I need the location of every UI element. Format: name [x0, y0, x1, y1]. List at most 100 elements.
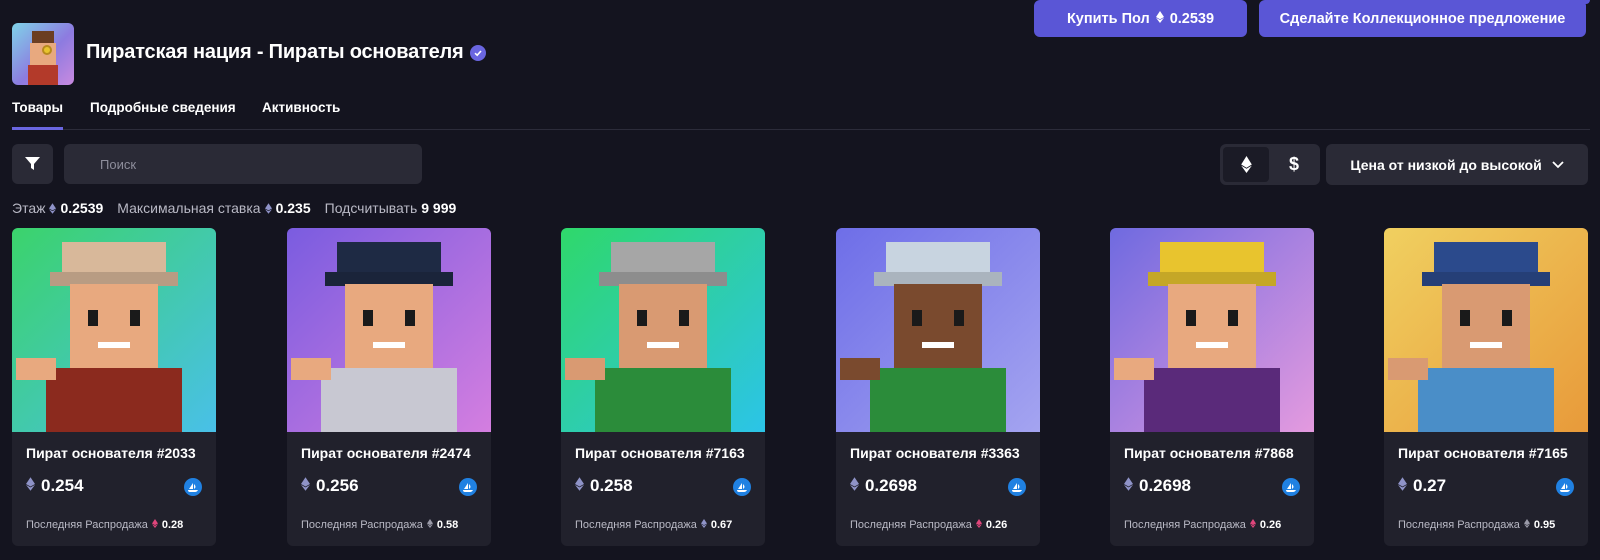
nft-price: 0.254	[26, 476, 84, 496]
ethereum-icon	[49, 202, 57, 214]
nft-price-value: 0.254	[41, 476, 84, 495]
collection-offer-button[interactable]: Сделайте Коллекционное предложение	[1259, 0, 1586, 37]
nft-price: 0.2698	[1124, 476, 1191, 496]
sort-dropdown[interactable]: Цена от низкой до высокой	[1326, 144, 1588, 185]
nft-card[interactable]: Пират основателя #7163 0.258 Последняя Р…	[561, 228, 765, 546]
floor-stat: Этаж 0.2539	[12, 200, 103, 216]
collection-stats: Этаж 0.2539 Максимальная ставка 0.235 По…	[12, 200, 456, 216]
last-sale-value: 0.58	[436, 519, 459, 531]
filter-icon	[25, 157, 40, 170]
sort-label: Цена от низкой до высокой	[1350, 156, 1542, 173]
opensea-icon[interactable]	[459, 478, 477, 496]
last-sale-value: 0.28	[161, 519, 184, 531]
floor-label: Этаж	[12, 200, 46, 216]
nft-image[interactable]	[1384, 228, 1588, 432]
last-sale-value: 0.26	[1259, 519, 1282, 531]
nft-name: Пират основателя #7868	[1124, 445, 1294, 461]
ethereum-icon	[1155, 10, 1164, 27]
last-sale-label: Последняя Распродажа	[1124, 519, 1246, 531]
tab-bar: Товары Подробные сведения Активность	[12, 100, 1590, 130]
opensea-icon[interactable]	[1282, 478, 1300, 496]
last-sale: Последняя Распродажа 0.28	[26, 519, 183, 531]
search-box[interactable]	[64, 144, 422, 184]
last-sale-label: Последняя Распродажа	[301, 519, 423, 531]
nft-price-value: 0.256	[316, 476, 359, 495]
ethereum-icon	[575, 476, 584, 496]
buy-floor-label: Купить Пол	[1066, 10, 1150, 27]
opensea-icon[interactable]	[1008, 478, 1026, 496]
nft-price-value: 0.27	[1413, 476, 1447, 495]
ethereum-icon	[26, 476, 35, 496]
last-sale: Последняя Распродажа 0.95	[1398, 519, 1555, 531]
nft-card[interactable]: Пират основателя #2033 0.254 Последняя Р…	[12, 228, 216, 546]
nft-image[interactable]	[561, 228, 765, 432]
nft-image[interactable]	[287, 228, 491, 432]
nft-card[interactable]: Пират основателя #2474 0.256 Последняя Р…	[287, 228, 491, 546]
ethereum-icon	[1124, 476, 1133, 496]
opensea-icon[interactable]	[1556, 478, 1574, 496]
nft-name: Пират основателя #7163	[575, 445, 745, 461]
collection-avatar	[12, 23, 74, 85]
nft-name: Пират основателя #2474	[301, 445, 471, 461]
floor-value: 0.2539	[60, 200, 104, 216]
verified-check-icon	[469, 44, 486, 61]
nft-image[interactable]	[12, 228, 216, 432]
nft-price-value: 0.258	[590, 476, 633, 495]
last-sale: Последняя Распродажа 0.26	[1124, 519, 1281, 531]
nft-price: 0.2698	[850, 476, 917, 496]
nft-name: Пират основателя #2033	[26, 445, 196, 461]
last-sale: Последняя Распродажа 0.26	[850, 519, 1007, 531]
nft-image[interactable]	[1110, 228, 1314, 432]
ethereum-icon	[700, 519, 707, 531]
ethereum-icon	[1523, 519, 1530, 531]
collection-offer-label: Сделайте Коллекционное предложение	[1279, 10, 1566, 27]
buy-floor-price: 0.2539	[1169, 10, 1215, 27]
tab-items[interactable]: Товары	[12, 100, 64, 130]
collection-title: Пиратская нация - Пираты основателя	[86, 41, 464, 63]
last-sale: Последняя Распродажа 0.67	[575, 519, 732, 531]
ethereum-icon	[1398, 476, 1407, 496]
ethereum-icon	[151, 519, 158, 531]
currency-eth-button[interactable]	[1223, 147, 1269, 182]
chevron-down-icon	[1552, 160, 1564, 168]
nft-price: 0.258	[575, 476, 633, 496]
nft-card[interactable]: Пират основателя #3363 0.2698 Последняя …	[836, 228, 1040, 546]
last-sale-label: Последняя Распродажа	[26, 519, 148, 531]
opensea-icon[interactable]	[184, 478, 202, 496]
opensea-icon[interactable]	[733, 478, 751, 496]
nft-price: 0.256	[301, 476, 359, 496]
ethereum-icon	[426, 519, 433, 531]
ethereum-icon	[1249, 519, 1256, 531]
nft-card[interactable]: Пират основателя #7165 0.27 Последняя Ра…	[1384, 228, 1588, 546]
currency-toggle: $	[1220, 144, 1320, 185]
max-bid-value: 0.235	[275, 200, 311, 216]
last-sale-value: 0.95	[1533, 519, 1556, 531]
tab-details[interactable]: Подробные сведения	[90, 100, 236, 127]
max-bid-stat: Максимальная ставка 0.235	[117, 200, 310, 216]
nft-price-value: 0.2698	[1139, 476, 1191, 495]
nft-name: Пират основателя #7165	[1398, 445, 1568, 461]
nft-name: Пират основателя #3363	[850, 445, 1020, 461]
max-bid-label: Максимальная ставка	[117, 200, 261, 216]
last-sale-label: Последняя Распродажа	[1398, 519, 1520, 531]
currency-usd-button[interactable]: $	[1271, 147, 1317, 182]
ethereum-icon	[975, 519, 982, 531]
search-input[interactable]	[64, 144, 422, 184]
count-label: Подсчитывать	[324, 200, 418, 216]
last-sale-label: Последняя Распродажа	[850, 519, 972, 531]
tab-activity[interactable]: Активность	[262, 100, 340, 127]
nft-image[interactable]	[836, 228, 1040, 432]
ethereum-icon	[1240, 156, 1252, 173]
last-sale: Последняя Распродажа 0.58	[301, 519, 458, 531]
nft-price-value: 0.2698	[865, 476, 917, 495]
buy-floor-button[interactable]: Купить Пол 0.2539	[1034, 0, 1247, 37]
ethereum-icon	[301, 476, 310, 496]
filter-button[interactable]	[12, 144, 53, 184]
ethereum-icon	[264, 202, 272, 214]
count-stat: Подсчитывать 9 999	[325, 200, 457, 216]
count-value: 9 999	[421, 200, 457, 216]
nft-price: 0.27	[1398, 476, 1446, 496]
last-sale-value: 0.26	[985, 519, 1008, 531]
ethereum-icon	[850, 476, 859, 496]
nft-card[interactable]: Пират основателя #7868 0.2698 Последняя …	[1110, 228, 1314, 546]
